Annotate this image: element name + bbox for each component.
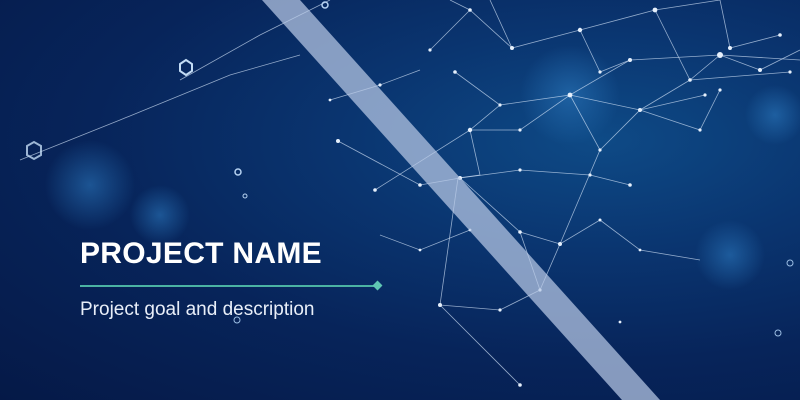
slide-subtitle: Project goal and description — [80, 299, 315, 320]
network-graph — [19, 0, 800, 386]
slide-title: PROJECT NAME — [80, 237, 322, 270]
title-divider-line — [80, 285, 376, 287]
hexagon-outline-icon — [26, 58, 193, 161]
network-background — [19, 0, 800, 400]
title-slide: PROJECT NAME Project goal and descriptio… — [0, 0, 800, 400]
